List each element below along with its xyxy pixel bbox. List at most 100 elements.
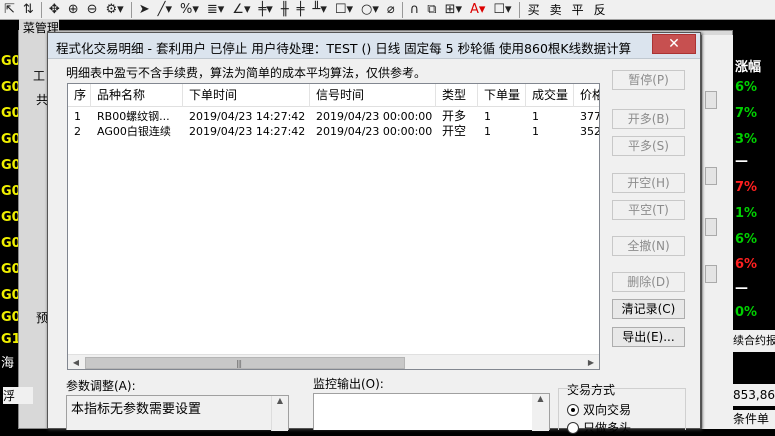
settings-icon[interactable]: ⚙▾ <box>102 0 128 20</box>
toolbar-icon-2[interactable]: ⇅ <box>19 0 38 20</box>
table-header: 序 品种名称 下单时间 信号时间 类型 下单量 成交量 价格 <box>68 84 599 107</box>
order-time: 2019/04/23 14:27:42 <box>189 125 306 138</box>
cycle-tool-icon[interactable]: ╪▾ <box>254 0 276 20</box>
cursor-icon[interactable]: ➤ <box>135 0 154 20</box>
clear-records-button[interactable]: 清记录(C) <box>612 299 685 319</box>
order-quantity: 1 <box>484 125 491 138</box>
column-header: 涨幅 <box>735 60 762 75</box>
export-button[interactable]: 导出(E)... <box>612 327 685 347</box>
side-scroll-button[interactable] <box>705 167 717 185</box>
dialog-titlebar[interactable]: 程式化交易明细 - 套利用户 已停止 用户待处理：TEST () 日线 固定每 … <box>48 33 700 59</box>
copy-icon[interactable]: ⧉ <box>423 0 440 20</box>
row-index: 1 <box>74 110 81 123</box>
param-scrollbar[interactable]: ▲ <box>271 396 288 431</box>
fib-tool-icon[interactable]: ╪ <box>293 0 309 20</box>
zoom-in-icon[interactable]: ⊕ <box>64 0 83 20</box>
background-label: 工 <box>33 69 46 83</box>
cancel-all-button[interactable]: 全撤(N) <box>612 236 685 256</box>
instrument-name: RB00螺纹钢... <box>97 110 170 123</box>
close-short-button[interactable]: 平空(T) <box>612 200 685 220</box>
reverse-button[interactable]: 反 <box>589 1 611 18</box>
dialog-title: 程式化交易明细 - 套利用户 已停止 用户待处理：TEST () 日线 固定每 … <box>56 41 632 56</box>
param-label: 参数调整(A): <box>66 379 136 393</box>
angle-tool-icon[interactable]: ∠▾ <box>228 0 254 20</box>
open-long-button[interactable]: 开多(B) <box>612 109 685 129</box>
change-percent: — <box>735 281 748 296</box>
column-header[interactable]: 价格 <box>574 84 599 107</box>
column-header[interactable]: 成交量 <box>526 84 574 107</box>
scrollbar-thumb[interactable]: ||| <box>85 357 405 369</box>
radio-selected-icon[interactable] <box>567 403 579 416</box>
sell-button[interactable]: 卖 <box>545 1 567 18</box>
column-header[interactable]: 序 <box>68 84 91 107</box>
notice-text: 明细表中盈亏不含手续费，算法为简单的成本平均算法，仅供参考。 <box>66 66 427 80</box>
scroll-right-icon[interactable]: ▶ <box>583 355 599 369</box>
scroll-left-icon[interactable]: ◀ <box>68 355 84 369</box>
delete-button[interactable]: 删除(D) <box>612 272 685 292</box>
param-text: 本指标无参数需要设置 <box>71 402 202 417</box>
toolbar-separator <box>401 1 403 18</box>
change-percent: 7% <box>735 180 758 195</box>
price: 377 <box>580 110 600 123</box>
monitor-output[interactable]: ▲ <box>313 393 550 431</box>
filled-quantity: 1 <box>532 125 539 138</box>
toolbar-separator <box>518 1 520 18</box>
channel-tool-icon[interactable]: ≣▾ <box>203 0 228 20</box>
table-row[interactable]: 2 AG00白银连续 2019/04/23 14:27:42 2019/04/2… <box>68 124 600 139</box>
filled-quantity: 1 <box>532 110 539 123</box>
order-quantity: 1 <box>484 110 491 123</box>
background-right-panel <box>701 35 733 429</box>
change-percent: 6% <box>735 257 758 272</box>
side-scroll-button[interactable] <box>705 91 717 109</box>
save-icon[interactable]: ☐▾ <box>489 0 515 20</box>
signal-time: 2019/04/23 00:00:00 <box>316 110 433 123</box>
change-percent: 6% <box>735 80 758 95</box>
quote-list-right: 涨幅 6% 7% 3% — 7% 1% 6% 6% — 0% — <box>733 20 775 429</box>
percent-tool-icon[interactable]: %▾ <box>176 0 203 20</box>
grid-icon[interactable]: ⊞▾ <box>441 0 466 20</box>
column-header[interactable]: 下单时间 <box>183 84 310 107</box>
main-toolbar: ⇱ ⇅ ✥ ⊕ ⊖ ⚙▾ ➤ ╱▾ %▾ ≣▾ ∠▾ ╪▾ ╫ ╪ ╨▾ ☐▾ … <box>0 0 775 20</box>
column-header[interactable]: 品种名称 <box>91 84 183 107</box>
magnet-icon[interactable]: ∩ <box>406 0 424 20</box>
change-percent: 1% <box>735 206 758 221</box>
toolbar-icon-1[interactable]: ⇱ <box>0 0 19 20</box>
close-position-button[interactable]: 平 <box>567 1 589 18</box>
buy-button[interactable]: 买 <box>523 1 545 18</box>
bar-tool-icon[interactable]: ╨▾ <box>309 0 331 20</box>
radio-two-way[interactable]: 双向交易 <box>567 401 631 418</box>
column-header[interactable]: 类型 <box>436 84 478 107</box>
change-percent: 7% <box>735 106 758 121</box>
column-header[interactable]: 信号时间 <box>310 84 436 107</box>
circle-tool-icon[interactable]: ○▾ <box>357 0 383 20</box>
close-long-button[interactable]: 平多(S) <box>612 136 685 156</box>
order-type: 开多 <box>442 109 467 123</box>
change-percent: — <box>735 154 748 169</box>
conditional-order-tab[interactable]: 条件单 <box>733 410 775 429</box>
order-detail-table[interactable]: 序 品种名称 下单时间 信号时间 类型 下单量 成交量 价格 1 RB00螺纹钢… <box>67 83 600 370</box>
close-button[interactable]: ✕ <box>652 34 696 54</box>
radio-label: 双向交易 <box>583 403 632 417</box>
column-header[interactable]: 下单量 <box>478 84 526 107</box>
text-color-icon[interactable]: A▾ <box>466 0 489 20</box>
pause-button[interactable]: 暂停(P) <box>612 70 685 90</box>
table-row[interactable]: 1 RB00螺纹钢... 2019/04/23 14:27:42 2019/04… <box>68 109 600 124</box>
monitor-label: 监控输出(O): <box>313 377 384 391</box>
change-percent: 6% <box>735 232 758 247</box>
zoom-out-icon[interactable]: ⊖ <box>83 0 102 20</box>
gann-tool-icon[interactable]: ╫ <box>277 0 293 20</box>
radio-icon[interactable] <box>567 421 579 434</box>
radio-long-only[interactable]: 只做多头 <box>567 419 631 436</box>
rectangle-tool-icon[interactable]: ☐▾ <box>331 0 357 20</box>
ellipse-tool-icon[interactable]: ⌀ <box>383 0 399 20</box>
background-label: 浮 <box>3 387 33 404</box>
open-short-button[interactable]: 开空(H) <box>612 173 685 193</box>
line-tool-icon[interactable]: ╱▾ <box>154 0 176 20</box>
param-textarea[interactable]: 本指标无参数需要设置 ▲ <box>66 395 289 431</box>
price: 352 <box>580 125 600 138</box>
move-icon[interactable]: ✥ <box>45 0 64 20</box>
side-scroll-button[interactable] <box>705 218 717 236</box>
side-scroll-button[interactable] <box>705 265 717 283</box>
horizontal-scrollbar[interactable]: ◀ ||| ▶ <box>68 354 599 369</box>
monitor-scrollbar[interactable]: ▲ <box>532 394 549 431</box>
